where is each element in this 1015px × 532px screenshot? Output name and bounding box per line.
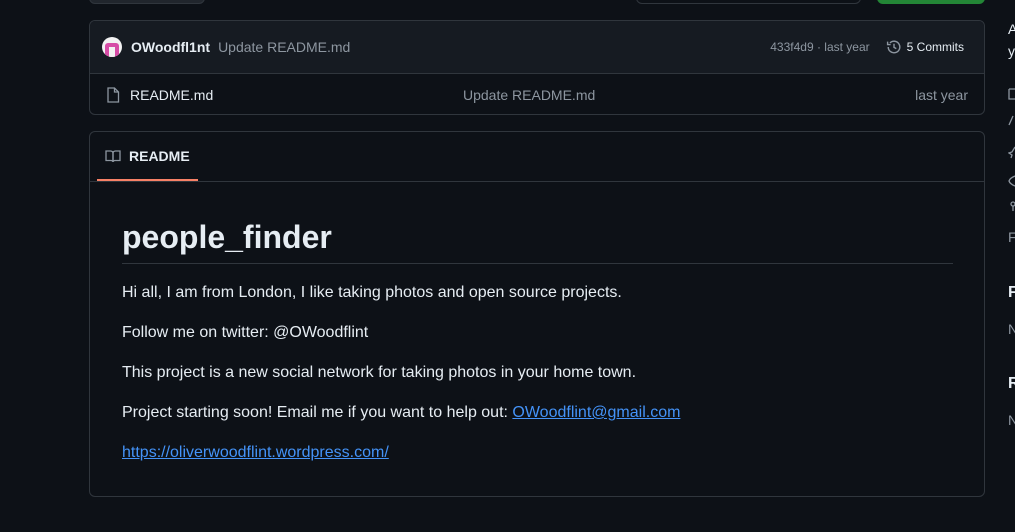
commit-author[interactable]: OWoodfl1nt [131,39,210,55]
book-icon [105,149,121,162]
file-age: last year [915,86,968,103]
website-link[interactable]: https://oliverwoodflint.wordpress.com/ [122,444,389,461]
email-link[interactable]: OWoodflint@gmail.com [512,404,680,421]
readme-icon[interactable] [1008,86,1015,102]
file-browser: OWoodfl1nt Update README.md 433f4d9 · la… [89,20,985,115]
branch-selector-fragment[interactable] [89,0,205,4]
avatar[interactable] [102,37,122,57]
releases-text-fragment: N [1008,321,1015,337]
packages-text-fragment: N [1008,412,1015,428]
releases-heading-fragment[interactable]: F [1008,284,1015,302]
readme-panel: README people_finder Hi all, I am from L… [89,131,985,497]
commit-sha-age[interactable]: 433f4d9 · last year [770,40,869,54]
file-icon [107,86,120,103]
readme-paragraph-intro: Hi all, I am from London, I like taking … [122,284,622,301]
readme-paragraph-project: This project is a new social network for… [122,364,637,381]
go-to-file-input-fragment[interactable] [636,0,861,4]
commits-link[interactable]: 5 Commits [886,39,964,55]
file-name-link[interactable]: README.md [130,87,213,103]
about-text-fragment: y [1008,43,1015,59]
latest-commit-bar: OWoodfl1nt Update README.md 433f4d9 · la… [90,21,984,74]
readme-paragraph-contact: Project starting soon! Email me if you w… [122,401,680,425]
readme-content: people_finder Hi all, I am from London, … [122,217,953,461]
star-icon[interactable] [1008,144,1015,160]
contact-text: Project starting soon! Email me if you w… [122,404,513,421]
tab-readme[interactable]: README [97,132,198,181]
history-icon [886,40,901,54]
fork-icon[interactable] [1008,199,1015,215]
file-commit-message[interactable]: Update README.md [463,87,595,103]
code-button-fragment[interactable] [877,0,985,4]
packages-heading-fragment[interactable]: R [1008,375,1015,393]
about-heading-fragment: A [1008,21,1015,37]
commits-count: 5 Commits [906,40,964,54]
report-link-fragment[interactable]: F [1008,229,1015,245]
eye-icon[interactable] [1008,173,1015,189]
readme-tab-bar: README [90,132,984,182]
readme-paragraph-website: https://oliverwoodflint.wordpress.com/ [122,441,389,465]
readme-paragraph-twitter: Follow me on twitter: @OWoodflint [122,324,369,341]
file-row[interactable]: README.md Update README.md last year [90,74,984,114]
activity-icon[interactable] [1008,112,1015,128]
commit-message[interactable]: Update README.md [218,39,350,55]
tab-readme-label: README [129,147,190,164]
readme-title: people_finder [122,217,953,264]
